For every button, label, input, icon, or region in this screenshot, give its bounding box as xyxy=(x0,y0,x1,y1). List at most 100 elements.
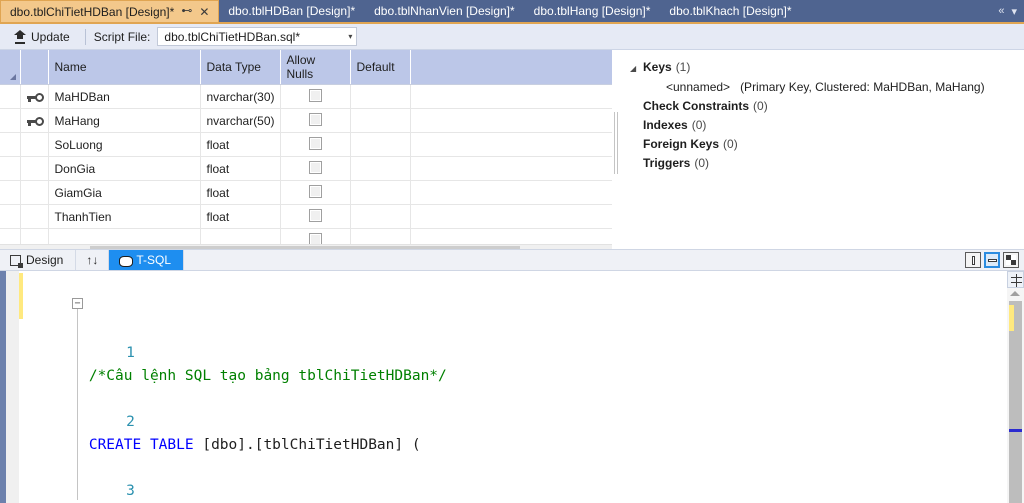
column-default[interactable] xyxy=(350,180,411,205)
tree-node-keys[interactable]: ◢ Keys (1) xyxy=(630,58,1024,78)
document-tab-tblchitiethdban[interactable]: dbo.tblChiTietHDBan [Design]* ⊷ ✕ xyxy=(0,0,220,22)
column-default[interactable] xyxy=(350,204,411,229)
column-allow-nulls-checkbox[interactable] xyxy=(280,180,351,205)
table-row[interactable]: GiamGia float xyxy=(0,180,612,205)
column-name[interactable]: SoLuong xyxy=(48,132,201,157)
column-data-type[interactable]: float xyxy=(200,132,281,157)
grid-header-default[interactable]: Default xyxy=(350,50,411,85)
tree-node-count: (0) xyxy=(753,99,768,113)
pin-icon[interactable]: ⊷ xyxy=(181,6,192,17)
column-name[interactable]: ThanhTien xyxy=(48,204,201,229)
row-selector[interactable] xyxy=(0,132,21,157)
column-allow-nulls-checkbox[interactable] xyxy=(280,132,351,157)
tab-tsql[interactable]: T-SQL xyxy=(109,250,185,270)
column-default[interactable] xyxy=(350,156,411,181)
line-number: 2 xyxy=(126,414,135,430)
column-default[interactable] xyxy=(350,132,411,157)
swap-panes-button[interactable]: ↑↓ xyxy=(76,250,110,270)
close-icon[interactable]: ✕ xyxy=(199,6,209,18)
row-key-cell xyxy=(20,156,49,181)
tree-node-label: Triggers xyxy=(643,156,691,170)
toolbar-separator xyxy=(84,28,86,45)
tree-node-label: Foreign Keys xyxy=(643,137,720,151)
column-name[interactable]: GiamGia xyxy=(48,180,201,205)
row-selector[interactable] xyxy=(0,204,21,229)
column-default[interactable] xyxy=(350,108,411,133)
document-tab-tblnhanvien[interactable]: dbo.tblNhanVien [Design]* xyxy=(365,0,525,22)
chevron-down-icon[interactable]: ▾ xyxy=(348,32,352,41)
document-tab-tblkhach[interactable]: dbo.tblKhach [Design]* xyxy=(660,0,802,22)
table-row[interactable]: DonGia float xyxy=(0,156,612,181)
scroll-up-button[interactable] xyxy=(1010,291,1020,296)
tree-node-triggers[interactable]: Triggers (0) xyxy=(630,154,1024,173)
column-name[interactable]: MaHang xyxy=(48,108,201,133)
grid-header-name[interactable]: Name xyxy=(48,50,201,85)
row-selector[interactable] xyxy=(0,156,21,181)
editor-vertical-scrollbar[interactable] xyxy=(1007,271,1024,503)
table-row[interactable]: ThanhTien float xyxy=(0,204,612,229)
column-default[interactable] xyxy=(350,84,411,109)
column-default[interactable] xyxy=(350,228,411,244)
table-row[interactable]: MaHang nvarchar(50) xyxy=(0,108,612,133)
table-row[interactable]: SoLuong float xyxy=(0,132,612,157)
column-allow-nulls-checkbox[interactable] xyxy=(280,84,351,109)
grid-header-allow-nulls[interactable]: Allow Nulls xyxy=(280,50,351,85)
columns-table: Name Data Type Allow Nulls Default MaHDB… xyxy=(0,50,612,244)
row-selector[interactable] xyxy=(0,84,21,109)
document-tab-strip: dbo.tblChiTietHDBan [Design]* ⊷ ✕ dbo.tb… xyxy=(0,0,1024,22)
tab-design[interactable]: Design xyxy=(0,250,77,270)
tree-node-indexes[interactable]: Indexes (0) xyxy=(630,116,1024,135)
primary-key-description: (Primary Key, Clustered: MaHDBan, MaHang… xyxy=(740,80,985,94)
grid-keys-splitter[interactable] xyxy=(612,50,620,244)
tab-overflow-controls[interactable]: « ▾ xyxy=(991,0,1024,22)
row-selector[interactable] xyxy=(0,108,21,133)
tree-node-check-constraints[interactable]: Check Constraints (0) xyxy=(630,97,1024,116)
column-data-type[interactable]: nvarchar(30) xyxy=(200,84,281,109)
splitter-grip[interactable] xyxy=(614,112,618,174)
grid-corner-header[interactable] xyxy=(0,50,21,85)
column-name[interactable] xyxy=(48,228,201,244)
column-data-type[interactable]: nvarchar(50) xyxy=(200,108,281,133)
column-data-type[interactable]: float xyxy=(200,156,281,181)
designer-toolbar: Update Script File: dbo.tblChiTietHDBan.… xyxy=(0,24,1024,50)
column-allow-nulls-checkbox[interactable] xyxy=(280,228,351,244)
script-file-combobox[interactable]: dbo.tblChiTietHDBan.sql* ▾ xyxy=(157,27,358,46)
column-data-type[interactable]: float xyxy=(200,180,281,205)
column-name[interactable]: DonGia xyxy=(48,156,201,181)
table-row-new[interactable] xyxy=(0,228,612,244)
editor-split-button[interactable] xyxy=(1007,271,1024,288)
grid-header-row: Name Data Type Allow Nulls Default xyxy=(0,50,612,85)
editor-indicator-margin[interactable] xyxy=(6,271,19,503)
expander-icon[interactable]: ◢ xyxy=(630,59,643,78)
columns-grid[interactable]: Name Data Type Allow Nulls Default MaHDB… xyxy=(0,50,612,244)
code-lines[interactable]: 1 /*Câu lệnh SQL tạo bảng tblChiTietHDBa… xyxy=(19,273,569,503)
tree-node-foreign-keys[interactable]: Foreign Keys (0) xyxy=(630,135,1024,154)
column-allow-nulls-checkbox[interactable] xyxy=(280,156,351,181)
row-selector[interactable] xyxy=(0,228,21,244)
tsql-code-editor[interactable]: − 1 /*Câu lệnh SQL tạo bảng tblChiTietHD… xyxy=(0,271,1024,503)
scrollbar-track[interactable] xyxy=(1009,301,1022,503)
row-selector[interactable] xyxy=(0,180,21,205)
document-tab-label: dbo.tblHDBan [Design]* xyxy=(228,4,356,18)
table-row[interactable]: MaHDBan nvarchar(30) xyxy=(0,84,612,109)
grid-split-icon[interactable] xyxy=(1003,252,1019,268)
column-allow-nulls-checkbox[interactable] xyxy=(280,204,351,229)
change-marker xyxy=(1009,305,1014,331)
vertical-split-icon[interactable] xyxy=(965,252,981,268)
column-allow-nulls-checkbox[interactable] xyxy=(280,108,351,133)
row-key-cell xyxy=(20,204,49,229)
chevron-left-icon[interactable]: « xyxy=(998,5,1004,17)
caret-position-marker xyxy=(1009,429,1022,432)
tree-node-count: (0) xyxy=(691,118,707,132)
chevron-down-icon[interactable]: ▾ xyxy=(1011,5,1017,18)
column-name[interactable]: MaHDBan xyxy=(48,84,201,109)
document-tab-tblhdban[interactable]: dbo.tblHDBan [Design]* xyxy=(219,0,366,22)
update-button-label: Update xyxy=(31,29,70,44)
document-tab-tblhang[interactable]: dbo.tblHang [Design]* xyxy=(524,0,661,22)
column-data-type[interactable] xyxy=(200,228,281,244)
tree-node-primary-key[interactable]: <unnamed> (Primary Key, Clustered: MaHDB… xyxy=(630,78,1024,97)
update-button[interactable]: Update xyxy=(7,28,77,46)
column-data-type[interactable]: float xyxy=(200,204,281,229)
horizontal-split-icon[interactable] xyxy=(984,252,1000,268)
grid-header-data-type[interactable]: Data Type xyxy=(200,50,281,85)
